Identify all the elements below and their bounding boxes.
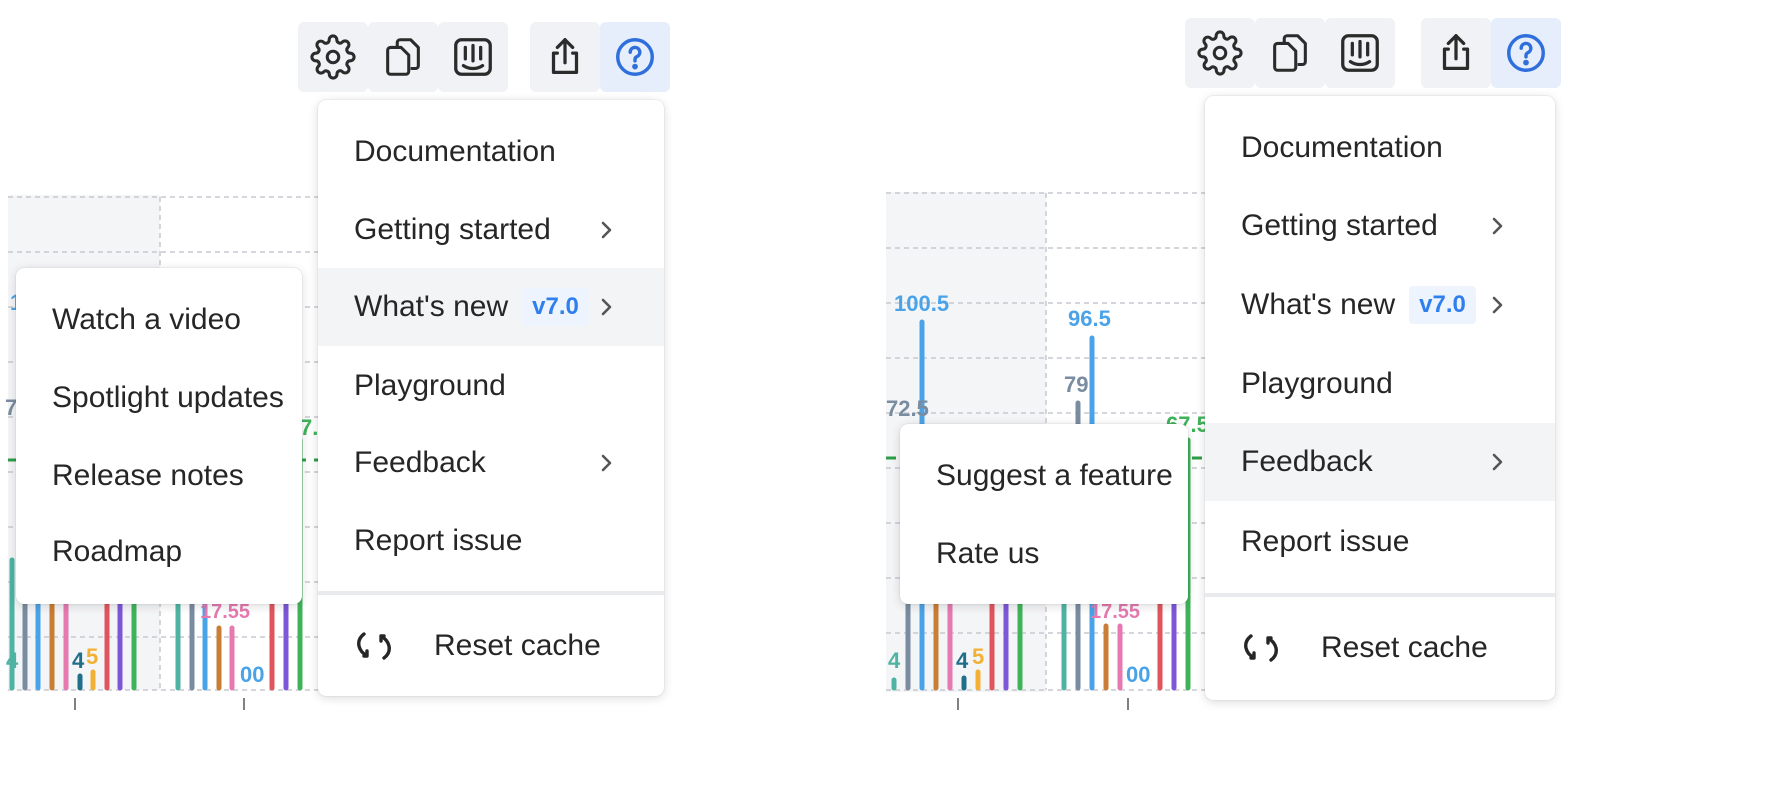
menu-item-whats-new[interactable]: What's new v7.0: [1205, 261, 1555, 349]
version-badge: v7.0: [1409, 286, 1476, 324]
chart-label: 17.55: [200, 601, 250, 623]
menu-item-getting-started[interactable]: Getting started: [318, 186, 664, 274]
feedback-submenu: Suggest a feature Rate us: [900, 424, 1188, 604]
chart-label: 72.5: [886, 396, 929, 421]
menu-item-label: Getting started: [354, 213, 551, 246]
menu-item-label: Feedback: [354, 446, 486, 479]
chevron-right-icon: [1492, 217, 1503, 235]
menu-item-documentation[interactable]: Documentation: [318, 108, 664, 196]
help-button[interactable]: [600, 22, 670, 92]
chart-label: 4: [6, 648, 19, 673]
chevron-right-icon: [601, 454, 612, 472]
left-panel: 1 7 7.5 4 4 5 17.55 00: [0, 0, 800, 804]
menu-item-label: Getting started: [1241, 209, 1438, 242]
intercom-icon: [454, 38, 492, 76]
chart-label: 79: [1064, 372, 1088, 397]
menu-item-label: What's new: [354, 290, 509, 323]
submenu-item-watch-video[interactable]: Watch a video: [16, 276, 302, 364]
share-button[interactable]: [530, 22, 600, 92]
chart-label: 5: [972, 644, 984, 669]
menu-item-report-issue[interactable]: Report issue: [1205, 498, 1555, 586]
menu-item-feedback[interactable]: Feedback: [318, 419, 664, 507]
submenu-item-roadmap[interactable]: Roadmap: [16, 508, 302, 596]
menu-item-reset-cache[interactable]: Reset cache: [318, 602, 664, 690]
menu-item-label: Playground: [354, 369, 506, 402]
help-button[interactable]: [1491, 18, 1561, 88]
submenu-item-label: Rate us: [936, 537, 1040, 570]
refresh-icon: [357, 632, 391, 660]
right-panel: 100.5 96.5 79 72.5 67.5 4 4 5 17.55 00 D…: [886, 0, 1766, 804]
submenu-item-label: Watch a video: [52, 303, 241, 336]
copy-icon: [386, 38, 420, 76]
help-icon: [616, 38, 654, 76]
gear-icon: [310, 34, 356, 80]
copy-button[interactable]: [368, 22, 438, 92]
share-icon: [551, 38, 579, 74]
chart-label: 96.5: [1068, 306, 1111, 331]
menu-item-label: Playground: [1241, 367, 1393, 400]
menu-item-reset-cache[interactable]: Reset cache: [1205, 604, 1555, 692]
menu-divider: [318, 591, 664, 595]
menu-item-label: Feedback: [1241, 445, 1373, 478]
chart-label: 4: [72, 648, 85, 673]
menu-item-getting-started[interactable]: Getting started: [1205, 182, 1555, 270]
menu-item-feedback[interactable]: Feedback: [1205, 423, 1555, 501]
help-icon: [1507, 34, 1545, 72]
menu-item-documentation[interactable]: Documentation: [1205, 104, 1555, 192]
submenu-item-label: Suggest a feature: [936, 459, 1173, 492]
menu-divider: [1205, 593, 1555, 597]
chevron-right-icon: [601, 298, 612, 316]
submenu-item-rate-us[interactable]: Rate us: [900, 510, 1188, 598]
menu-item-label: Documentation: [354, 135, 556, 168]
menu-item-label: Report issue: [1241, 525, 1410, 558]
settings-button[interactable]: [1185, 18, 1255, 88]
menu-item-label: Reset cache: [1321, 631, 1488, 664]
chart-label: 00: [240, 662, 264, 687]
share-icon: [1442, 34, 1470, 70]
chart-label: 4: [888, 648, 901, 673]
chart-label: 100.5: [894, 291, 949, 316]
chevron-right-icon: [1492, 453, 1503, 471]
submenu-item-label: Release notes: [52, 459, 244, 492]
submenu-item-spotlight-updates[interactable]: Spotlight updates: [16, 354, 302, 442]
menu-item-report-issue[interactable]: Report issue: [318, 497, 664, 585]
settings-button[interactable]: [298, 22, 368, 92]
intercom-icon: [1341, 34, 1379, 72]
help-menu: Documentation Getting started What's new…: [1205, 96, 1555, 700]
menu-item-label: What's new: [1241, 288, 1396, 321]
share-button[interactable]: [1421, 18, 1491, 88]
copy-icon: [1273, 34, 1307, 72]
submenu-item-suggest-feature[interactable]: Suggest a feature: [900, 432, 1188, 520]
chevron-right-icon: [601, 221, 612, 239]
intercom-button[interactable]: [1325, 18, 1395, 88]
chart-label: 4: [956, 648, 969, 673]
menu-item-label: Report issue: [354, 524, 523, 557]
menu-item-label: Reset cache: [434, 629, 601, 662]
chevron-right-icon: [1492, 296, 1503, 314]
version-badge: v7.0: [522, 288, 589, 326]
chart-label: 5: [86, 644, 98, 669]
copy-button[interactable]: [1255, 18, 1325, 88]
menu-item-whats-new[interactable]: What's new v7.0: [318, 268, 664, 346]
chart-label: 00: [1126, 662, 1150, 687]
chart-label: 17.55: [1090, 601, 1140, 623]
intercom-button[interactable]: [438, 22, 508, 92]
submenu-item-label: Roadmap: [52, 535, 183, 568]
refresh-icon: [1244, 634, 1278, 662]
gear-icon: [1197, 30, 1243, 76]
whats-new-submenu: Watch a video Spotlight updates Release …: [16, 268, 302, 604]
menu-item-label: Documentation: [1241, 131, 1443, 164]
menu-item-playground[interactable]: Playground: [318, 342, 664, 430]
menu-item-playground[interactable]: Playground: [1205, 340, 1555, 428]
submenu-item-label: Spotlight updates: [52, 381, 284, 414]
submenu-item-release-notes[interactable]: Release notes: [16, 432, 302, 520]
help-menu: Documentation Getting started What's new…: [318, 100, 664, 696]
